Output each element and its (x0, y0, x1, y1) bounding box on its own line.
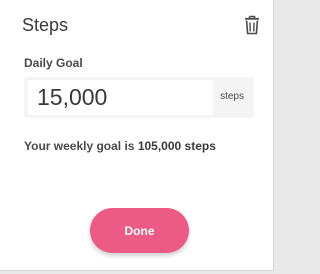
daily-goal-label: Daily Goal (24, 56, 83, 70)
weekly-goal-value: 105,000 steps (137, 139, 216, 153)
trash-icon[interactable] (244, 15, 260, 35)
daily-goal-input[interactable] (28, 80, 213, 115)
dialog-header: Steps (22, 15, 260, 39)
done-button[interactable]: Done (90, 208, 189, 253)
weekly-goal-text: Your weekly goal is 105,000 steps (24, 139, 216, 153)
goal-unit-label: steps (220, 91, 244, 102)
daily-goal-field: steps (24, 77, 254, 118)
steps-goal-dialog: Steps Daily Goal steps Your weekly goal … (0, 0, 274, 271)
weekly-goal-prefix: Your weekly goal is (24, 139, 135, 153)
dialog-title: Steps (22, 15, 69, 35)
